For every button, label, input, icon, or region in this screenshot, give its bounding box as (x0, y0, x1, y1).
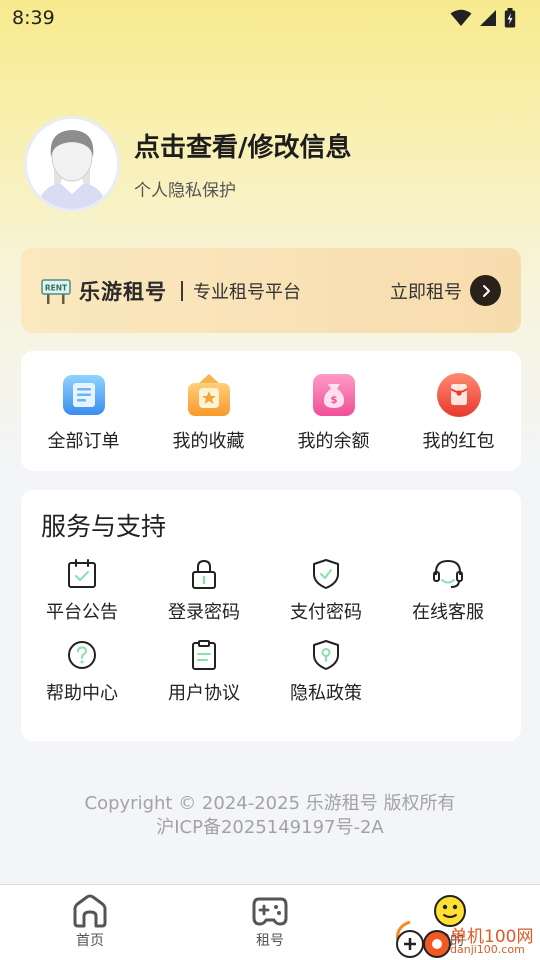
rent-now-button[interactable]: 立即租号 (390, 275, 501, 306)
rent-banner[interactable]: RENT 乐游租号 专业租号平台 立即租号 (21, 248, 521, 333)
profile-name[interactable]: 点击查看/修改信息 (134, 127, 352, 164)
service-item-announcement[interactable]: 平台公告 (21, 558, 143, 639)
icp-text[interactable]: 沪ICP备2025149197号-2A (0, 816, 540, 840)
tab-label: 首页 (76, 933, 104, 949)
status-time: 8:39 (12, 7, 55, 29)
red-packet-icon (436, 373, 481, 417)
orders-card: 全部订单 我的收藏 $ 我的余额 我的红包 (21, 351, 521, 471)
headset-icon (433, 559, 463, 588)
shield-check-icon (313, 559, 339, 589)
order-item-red-packet[interactable]: 我的红包 (396, 351, 521, 471)
announcement-icon (68, 559, 96, 588)
copyright: Copyright © 2024-2025 乐游租号 版权所有 沪ICP备202… (0, 792, 540, 840)
lock-icon (192, 559, 216, 589)
help-icon (68, 641, 96, 669)
tab-home[interactable]: 首页 (0, 885, 180, 960)
copyright-text: Copyright © 2024-2025 乐游租号 版权所有 (84, 793, 456, 814)
service-label: 隐私政策 (290, 683, 362, 704)
banner-divider (181, 280, 183, 301)
service-item-privacy-policy[interactable]: 隐私政策 (265, 639, 387, 720)
service-item-help[interactable]: 帮助中心 (21, 639, 143, 720)
balance-icon: $ (312, 374, 355, 416)
home-icon (73, 894, 107, 928)
service-label: 帮助中心 (46, 683, 118, 704)
banner-logo: RENT 乐游租号 (41, 276, 167, 306)
order-item-all[interactable]: 全部订单 (21, 351, 146, 471)
chevron-right-icon[interactable] (470, 275, 501, 306)
clipboard-icon (192, 640, 216, 670)
wifi-icon (450, 9, 472, 26)
service-card: 服务与支持 平台公告 登录密码 支付密码 在线客服 帮助中心 用户协议 隐私政策 (21, 490, 521, 741)
service-item-payment-password[interactable]: 支付密码 (265, 558, 387, 639)
service-label: 登录密码 (168, 602, 240, 623)
service-title: 服务与支持 (41, 512, 167, 541)
order-label: 我的余额 (297, 431, 370, 452)
gamepad-icon (252, 897, 288, 926)
avatar[interactable] (24, 116, 120, 212)
order-item-favorites[interactable]: 我的收藏 (146, 351, 271, 471)
profile-subtitle: 个人隐私保护 (134, 181, 236, 201)
watermark-logo-icon (396, 920, 451, 958)
tab-label: 租号 (256, 933, 284, 949)
service-label: 支付密码 (290, 602, 362, 623)
order-label: 我的收藏 (172, 431, 245, 452)
battery-icon (504, 8, 516, 28)
rent-now-label: 立即租号 (390, 281, 462, 303)
signal-icon (480, 10, 496, 26)
all-orders-icon (62, 375, 105, 415)
site-watermark: 单机100网 danji100.com (388, 892, 538, 958)
favorites-icon (187, 374, 230, 416)
service-item-customer-service[interactable]: 在线客服 (387, 558, 509, 639)
service-label: 用户协议 (168, 683, 240, 704)
status-bar: 8:39 (0, 0, 540, 36)
status-icons (450, 8, 516, 28)
privacy-shield-icon (313, 640, 339, 670)
service-item-user-agreement[interactable]: 用户协议 (143, 639, 265, 720)
service-label: 在线客服 (412, 602, 484, 623)
default-avatar-icon (37, 130, 107, 209)
banner-slogan: 专业租号平台 (193, 281, 301, 303)
order-label: 全部订单 (47, 431, 120, 452)
service-grid: 平台公告 登录密码 支付密码 在线客服 帮助中心 用户协议 隐私政策 (21, 558, 521, 720)
order-label: 我的红包 (422, 431, 495, 452)
rent-sign-text: RENT (45, 283, 68, 292)
service-item-login-password[interactable]: 登录密码 (143, 558, 265, 639)
order-item-balance[interactable]: $ 我的余额 (271, 351, 396, 471)
svg-text:$: $ (330, 395, 337, 406)
rent-sign-icon: RENT (41, 278, 71, 304)
service-label: 平台公告 (46, 602, 118, 623)
tab-bar: 首页 租号 我的 单机100网 danji100.com (0, 884, 540, 960)
banner-brand: 乐游租号 (79, 279, 167, 304)
profile-section[interactable]: 点击查看/修改信息 个人隐私保护 (24, 116, 352, 212)
watermark-url: danji100.com (450, 943, 525, 956)
tab-rent[interactable]: 租号 (180, 885, 360, 960)
